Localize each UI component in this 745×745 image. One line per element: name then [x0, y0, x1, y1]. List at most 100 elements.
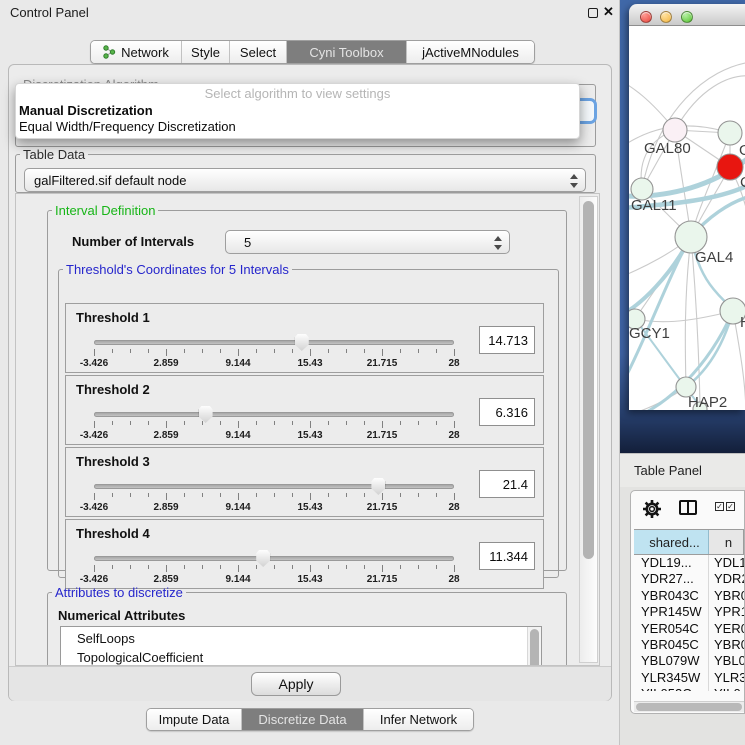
slider-tick-labels: -3.4262.8599.14415.4321.71528 — [94, 358, 454, 370]
slider-track[interactable] — [94, 556, 454, 561]
attribute-list-item[interactable]: TopologicalCoefficient — [77, 648, 541, 666]
table-panel-toolbar: ✓ ✓ — [631, 491, 744, 527]
table-row[interactable]: YBL079WYBL0 — [634, 653, 744, 669]
threshold-value-field[interactable] — [479, 398, 535, 426]
numerical-attributes-label: Numerical Attributes — [58, 608, 185, 623]
screenshot-root: Control Panel ✕ NetworkStyle Select Cyni T… — [0, 0, 745, 745]
apply-button[interactable]: Apply — [251, 672, 341, 696]
checkbox-icon: ✓ — [726, 502, 735, 511]
table-cell: YPR145W — [634, 604, 709, 620]
table-cell: YDL1 — [709, 555, 744, 571]
table-column-header[interactable]: n — [709, 530, 744, 554]
threshold-value-field[interactable] — [479, 326, 535, 354]
mac-close-button[interactable] — [640, 11, 652, 23]
tab-impute-data[interactable]: Impute Data — [147, 709, 241, 730]
table-cell: YLR345W — [634, 670, 709, 686]
attribute-list-item[interactable]: SelfLoops — [77, 629, 541, 648]
tab-cyni-toolbox[interactable]: Cyni Toolbox — [286, 41, 406, 63]
table-cell: YLR3 — [709, 670, 744, 686]
network-desktop: GAL80GCGAL11GAL4GCY1HHAP2 — [620, 0, 745, 453]
table-cell: YPR1 — [709, 604, 744, 620]
threshold-slider[interactable]: -3.4262.8599.14415.4321.71528 — [94, 332, 454, 370]
threshold-value-field[interactable] — [479, 470, 535, 498]
slider-track[interactable] — [94, 412, 454, 417]
checkbox-icon: ✓ — [715, 502, 724, 511]
table-row[interactable]: YIL052CYIL0 — [634, 686, 744, 691]
attributes-list-scrollbar[interactable] — [527, 627, 541, 666]
table-column-header[interactable]: shared... — [634, 530, 709, 554]
network-node-label: GCY1 — [629, 325, 670, 342]
network-node-label: H — [740, 314, 745, 331]
table-panel-titlebar: Table Panel — [620, 453, 745, 487]
interval-definition-group-label: Interval Definition — [52, 203, 158, 218]
table-row[interactable]: YDL19...YDL1 — [634, 555, 744, 571]
threshold-slider[interactable]: -3.4262.8599.14415.4321.71528 — [94, 404, 454, 442]
table-cell: YBL079W — [634, 653, 709, 669]
control-panel-title: Control Panel — [10, 5, 89, 20]
combobox-stepper-icon — [570, 174, 578, 188]
table-cell: YIL052C — [634, 686, 709, 691]
table-data-combobox-value: galFiltered.sif default node — [34, 173, 186, 188]
table-row[interactable]: YER054CYER0 — [634, 621, 744, 637]
table-cell: YBL0 — [709, 653, 744, 669]
table-panel-window: ✓ ✓ shared...nYDL19...YDL1YDR27...YDR2YB… — [630, 490, 745, 714]
slider-track[interactable] — [94, 484, 454, 489]
network-window-titlebar — [629, 4, 745, 26]
table-horizontal-scrollbar[interactable] — [634, 701, 744, 712]
apply-strip: Apply — [9, 666, 611, 701]
threshold-2-box: Threshold 2-3.4262.8599.14415.4321.71528 — [65, 375, 544, 445]
threshold-label: Threshold 3 — [76, 454, 150, 469]
settings-vertical-scrollbar[interactable] — [579, 196, 598, 663]
node-attribute-table: shared...nYDL19...YDL1YDR27...YDR2YBR043… — [634, 529, 744, 691]
table-cell: YBR0 — [709, 588, 744, 604]
popup-option-manual-discretization[interactable]: Manual Discretization — [16, 102, 579, 118]
table-row[interactable]: YPR145WYPR1 — [634, 604, 744, 620]
control-panel-body: Discretization Algorithm Select algorith… — [8, 64, 612, 701]
network-node-label: GAL11 — [631, 197, 677, 214]
table-row[interactable]: YBR043CYBR0 — [634, 588, 744, 604]
bottom-tab-bar: Impute DataDiscretize DataInfer Network — [146, 708, 474, 731]
number-of-intervals-combobox[interactable]: 5 — [225, 230, 510, 254]
table-panel-title: Table Panel — [634, 463, 702, 478]
threshold-slider[interactable]: -3.4262.8599.14415.4321.71528 — [94, 548, 454, 586]
popup-option-equal-width-frequency[interactable]: Equal Width/Frequency Discretization — [16, 118, 579, 134]
close-icon[interactable]: ✕ — [603, 4, 614, 20]
gear-icon[interactable] — [641, 498, 663, 520]
slider-ticks — [94, 349, 454, 357]
mac-zoom-button[interactable] — [681, 11, 693, 23]
tab-discretize-data[interactable]: Discretize Data — [241, 709, 363, 730]
table-cell: YDR27... — [634, 571, 709, 587]
table-row[interactable]: YLR345WYLR3 — [634, 670, 744, 686]
table-cell: YDL19... — [634, 555, 709, 571]
network-node[interactable] — [663, 118, 687, 142]
tab-select[interactable]: Select — [229, 41, 286, 63]
tab-label: jActiveMNodules — [422, 45, 519, 60]
slider-tick-labels: -3.4262.8599.14415.4321.71528 — [94, 502, 454, 514]
network-canvas[interactable]: GAL80GCGAL11GAL4GCY1HHAP2 — [629, 26, 745, 410]
tab-jactivemnodules[interactable]: jActiveMNodules — [406, 41, 534, 63]
slider-track[interactable] — [94, 340, 454, 345]
popup-placeholder-item: Select algorithm to view settings — [16, 86, 579, 102]
thresholds-coordinates-group: Threshold's Coordinates for 5 Intervals … — [58, 262, 559, 578]
table-row[interactable]: YBR045CYBR0 — [634, 637, 744, 653]
tab-style[interactable]: Style — [181, 41, 229, 63]
threshold-slider[interactable]: -3.4262.8599.14415.4321.71528 — [94, 476, 454, 514]
threshold-value-field[interactable] — [479, 542, 535, 570]
top-tab-bar: NetworkStyle Select Cyni Toolbox jActiveMNo… — [90, 40, 535, 64]
split-columns-icon[interactable] — [679, 500, 697, 515]
control-panel-window: Control Panel ✕ NetworkStyle Select Cyni T… — [0, 0, 620, 745]
mac-minimize-button[interactable] — [660, 11, 672, 23]
number-of-intervals-value: 5 — [244, 235, 251, 250]
tab-label: Select — [240, 45, 276, 60]
table-row[interactable]: YDR27...YDR2 — [634, 571, 744, 587]
float-window-icon[interactable] — [588, 8, 598, 18]
slider-ticks — [94, 421, 454, 429]
checkbox-icons[interactable]: ✓ ✓ — [715, 502, 735, 511]
slider-tick-labels: -3.4262.8599.14415.4321.71528 — [94, 430, 454, 442]
attributes-to-discretize-group: Attributes to discretize Numerical Attri… — [47, 585, 567, 666]
tab-infer-network[interactable]: Infer Network — [363, 709, 473, 730]
tab-network[interactable]: Network — [91, 41, 181, 63]
table-data-combobox[interactable]: galFiltered.sif default node — [24, 168, 586, 192]
network-node-label: G — [739, 142, 745, 159]
table-cell: YER054C — [634, 621, 709, 637]
